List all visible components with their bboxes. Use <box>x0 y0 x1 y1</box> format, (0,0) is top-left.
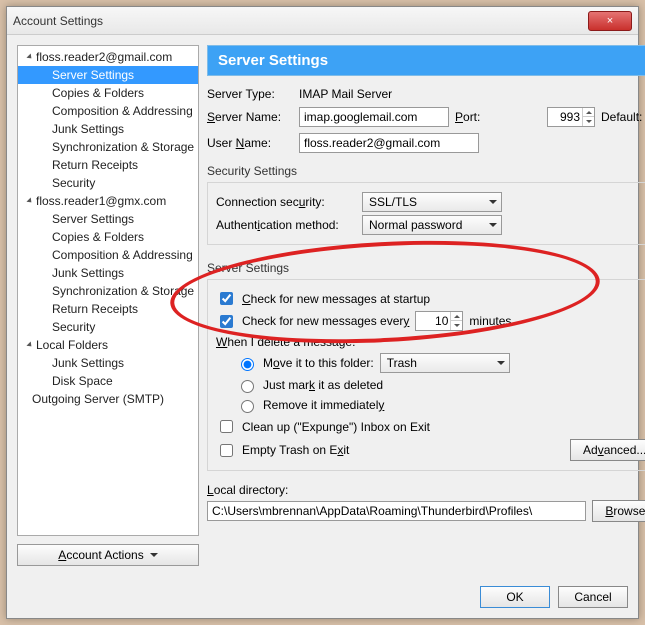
opt-move-label: Move it to this folder: <box>263 356 374 370</box>
account-node-0[interactable]: floss.reader2@gmail.com <box>18 48 198 66</box>
chevron-down-icon <box>150 553 158 557</box>
server-settings-group: Check for new messages at startup Check … <box>207 279 645 471</box>
stepper-down[interactable] <box>450 321 462 330</box>
check-startup-checkbox[interactable] <box>220 292 233 305</box>
delete-label: When I delete a message: <box>216 335 645 349</box>
auth-method-label: Authentication method: <box>216 218 356 232</box>
stepper-up[interactable] <box>450 312 462 321</box>
server-name-input[interactable] <box>299 107 449 127</box>
sidebar-item-sync[interactable]: Synchronization & Storage <box>18 282 198 300</box>
empty-trash-label: Empty Trash on Exit <box>242 443 349 457</box>
expunge-label: Clean up ("Expunge") Inbox on Exit <box>242 420 430 434</box>
account-tree[interactable]: floss.reader2@gmail.com Server Settings … <box>17 45 199 536</box>
sidebar-item-junk[interactable]: Junk Settings <box>18 354 198 372</box>
port-label: Port: <box>455 110 541 124</box>
main-panel: Server Settings Server Type: IMAP Mail S… <box>207 45 645 566</box>
account-settings-window: Account Settings × floss.reader2@gmail.c… <box>6 6 639 619</box>
account-node-1[interactable]: floss.reader1@gmx.com <box>18 192 198 210</box>
panel-header: Server Settings <box>207 45 645 76</box>
auth-method-select[interactable]: Normal password <box>362 215 502 235</box>
user-name-label: User Name: <box>207 136 293 150</box>
sidebar-item-security[interactable]: Security <box>18 318 198 336</box>
stepper-up[interactable] <box>582 108 594 117</box>
user-name-input[interactable] <box>299 133 479 153</box>
chevron-down-icon <box>497 361 505 365</box>
close-icon: × <box>607 15 613 27</box>
sidebar-item-composition[interactable]: Composition & Addressing <box>18 246 198 264</box>
opt-remove-radio[interactable] <box>241 400 254 413</box>
sidebar-item-copies-folders[interactable]: Copies & Folders <box>18 228 198 246</box>
check-every-input[interactable] <box>416 313 450 329</box>
local-dir-input[interactable] <box>207 501 586 521</box>
port-default-label: Default: <box>601 110 642 124</box>
check-every-label-pre: Check for new messages every <box>242 314 409 328</box>
check-every-checkbox[interactable] <box>220 315 233 328</box>
opt-remove-label: Remove it immediately <box>263 398 384 412</box>
sidebar-item-server-settings[interactable]: Server Settings <box>18 210 198 228</box>
close-button[interactable]: × <box>588 11 632 31</box>
stepper-down[interactable] <box>582 117 594 126</box>
conn-security-label: Connection security: <box>216 195 356 209</box>
sidebar-item-return[interactable]: Return Receipts <box>18 156 198 174</box>
cancel-button[interactable]: Cancel <box>558 586 628 608</box>
advanced-button[interactable]: Advanced... <box>570 439 645 461</box>
sidebar-item-security[interactable]: Security <box>18 174 198 192</box>
sidebar: floss.reader2@gmail.com Server Settings … <box>17 45 199 566</box>
server-settings-group-label: Server Settings <box>207 261 645 275</box>
check-every-label-post: minutes <box>469 314 511 328</box>
sidebar-item-disk-space[interactable]: Disk Space <box>18 372 198 390</box>
port-input[interactable] <box>548 109 582 125</box>
expand-icon <box>26 197 33 204</box>
port-stepper[interactable] <box>547 107 595 127</box>
sidebar-item-sync[interactable]: Synchronization & Storage <box>18 138 198 156</box>
browse-button[interactable]: Browse... <box>592 500 645 522</box>
security-group-label: Security Settings <box>207 164 645 178</box>
content-area: floss.reader2@gmail.com Server Settings … <box>7 35 638 576</box>
chevron-down-icon <box>489 223 497 227</box>
chevron-down-icon <box>489 200 497 204</box>
expunge-checkbox[interactable] <box>220 420 233 433</box>
sidebar-item-server-settings[interactable]: Server Settings <box>18 66 198 84</box>
server-type-label: Server Type: <box>207 87 293 101</box>
sidebar-item-composition[interactable]: Composition & Addressing <box>18 102 198 120</box>
trash-folder-select[interactable]: Trash <box>380 353 510 373</box>
empty-trash-checkbox[interactable] <box>220 444 233 457</box>
server-name-label: Server Name: <box>207 110 293 124</box>
ok-button[interactable]: OK <box>480 586 550 608</box>
sidebar-item-return[interactable]: Return Receipts <box>18 300 198 318</box>
expand-icon <box>26 341 33 348</box>
sidebar-item-copies-folders[interactable]: Copies & Folders <box>18 84 198 102</box>
check-every-stepper[interactable] <box>415 311 463 331</box>
security-group: Connection security: SSL/TLS Authenticat… <box>207 182 645 245</box>
conn-security-select[interactable]: SSL/TLS <box>362 192 502 212</box>
sidebar-item-junk[interactable]: Junk Settings <box>18 264 198 282</box>
dialog-footer: OK Cancel <box>7 576 638 618</box>
titlebar: Account Settings × <box>7 7 638 35</box>
server-type-value: IMAP Mail Server <box>299 87 392 101</box>
sidebar-item-outgoing[interactable]: Outgoing Server (SMTP) <box>18 390 198 408</box>
opt-mark-radio[interactable] <box>241 380 254 393</box>
account-node-local[interactable]: Local Folders <box>18 336 198 354</box>
sidebar-item-junk[interactable]: Junk Settings <box>18 120 198 138</box>
opt-mark-label: Just mark it as deleted <box>263 378 383 392</box>
account-actions-button[interactable]: Account Actions <box>17 544 199 566</box>
opt-move-radio[interactable] <box>241 358 254 371</box>
window-title: Account Settings <box>13 14 103 28</box>
expand-icon <box>26 53 33 60</box>
local-dir-label: Local directory: <box>207 483 645 497</box>
check-startup-label: Check for new messages at startup <box>242 292 430 306</box>
